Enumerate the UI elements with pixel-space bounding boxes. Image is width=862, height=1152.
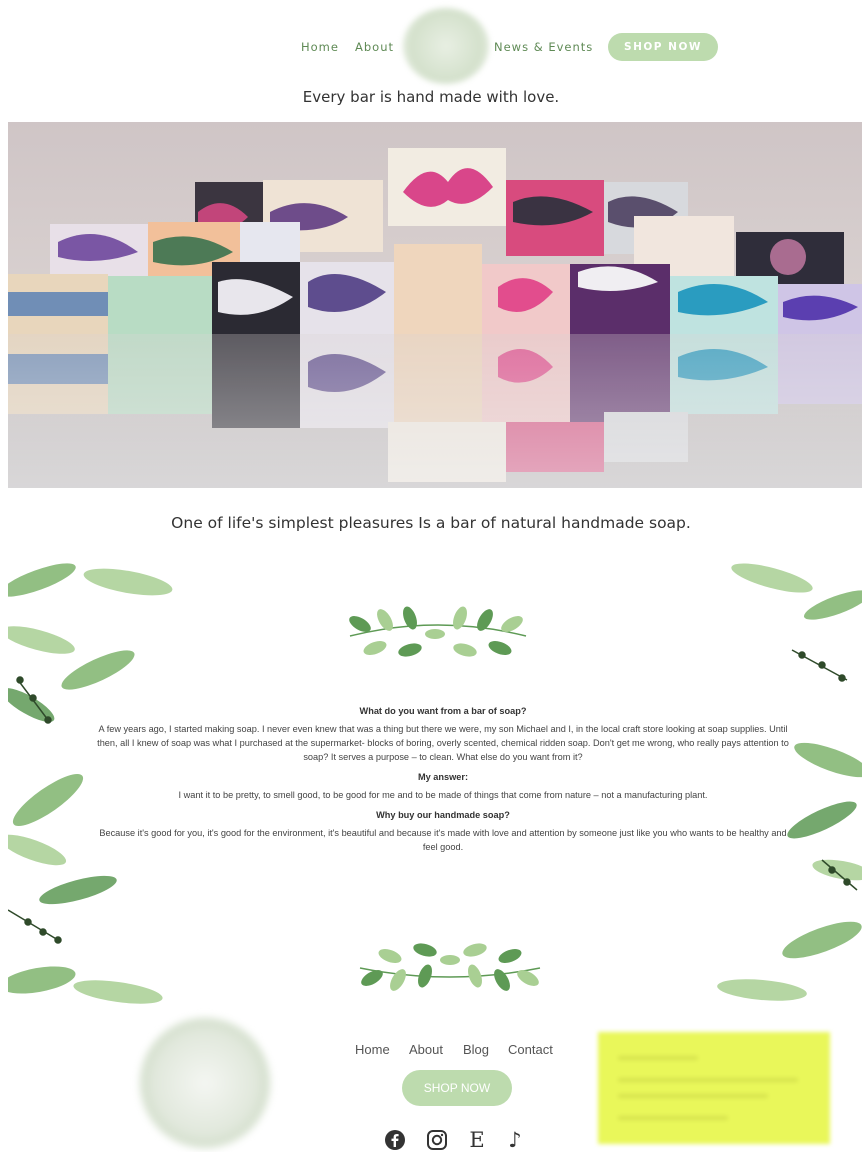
- site-logo[interactable]: [403, 8, 489, 84]
- leaf-garland-top: [349, 606, 527, 657]
- story-heading-1: What do you want from a bar of soap?: [359, 706, 527, 716]
- hero-image: [8, 122, 862, 488]
- story-section: What do you want from a bar of soap? A f…: [8, 560, 862, 1008]
- story-paragraph-2: I want it to be pretty, to smell good, t…: [178, 790, 708, 800]
- tagline: Every bar is hand made with love.: [302, 88, 560, 106]
- story-paragraph-3: Because it's good for you, it's good for…: [99, 828, 787, 852]
- footer-nav-contact[interactable]: Contact: [508, 1042, 553, 1057]
- footer-nav-about[interactable]: About: [409, 1042, 443, 1057]
- footer-shop-now-button[interactable]: SHOP NOW: [402, 1070, 512, 1106]
- footer-nav-blog[interactable]: Blog: [463, 1042, 489, 1057]
- site-header: Home About News & Events SHOP NOW: [0, 0, 862, 88]
- hero-subtitle: One of life's simplest pleasures Is a ba…: [171, 514, 691, 532]
- leaf-garland-bottom: [359, 943, 541, 991]
- story-heading-2: My answer:: [417, 772, 469, 782]
- shop-now-button[interactable]: SHOP NOW: [608, 33, 718, 61]
- footer-logo[interactable]: [140, 1018, 270, 1148]
- story-text: What do you want from a bar of soap? A f…: [96, 698, 790, 858]
- facebook-icon[interactable]: [383, 1128, 407, 1152]
- nav-news-events[interactable]: News & Events: [494, 40, 593, 54]
- newsletter-widget[interactable]: [598, 1032, 830, 1144]
- instagram-icon[interactable]: [425, 1128, 449, 1152]
- etsy-icon[interactable]: E: [465, 1128, 489, 1152]
- tiktok-icon[interactable]: ♪: [503, 1128, 527, 1152]
- site-footer: Home About Blog Contact SHOP NOW E ♪: [0, 1008, 862, 1152]
- story-heading-3: Why buy our handmade soap?: [376, 810, 510, 820]
- nav-about[interactable]: About: [355, 40, 394, 54]
- footer-nav-home[interactable]: Home: [355, 1042, 390, 1057]
- story-paragraph-1: A few years ago, I started making soap. …: [97, 724, 789, 762]
- nav-home[interactable]: Home: [301, 40, 339, 54]
